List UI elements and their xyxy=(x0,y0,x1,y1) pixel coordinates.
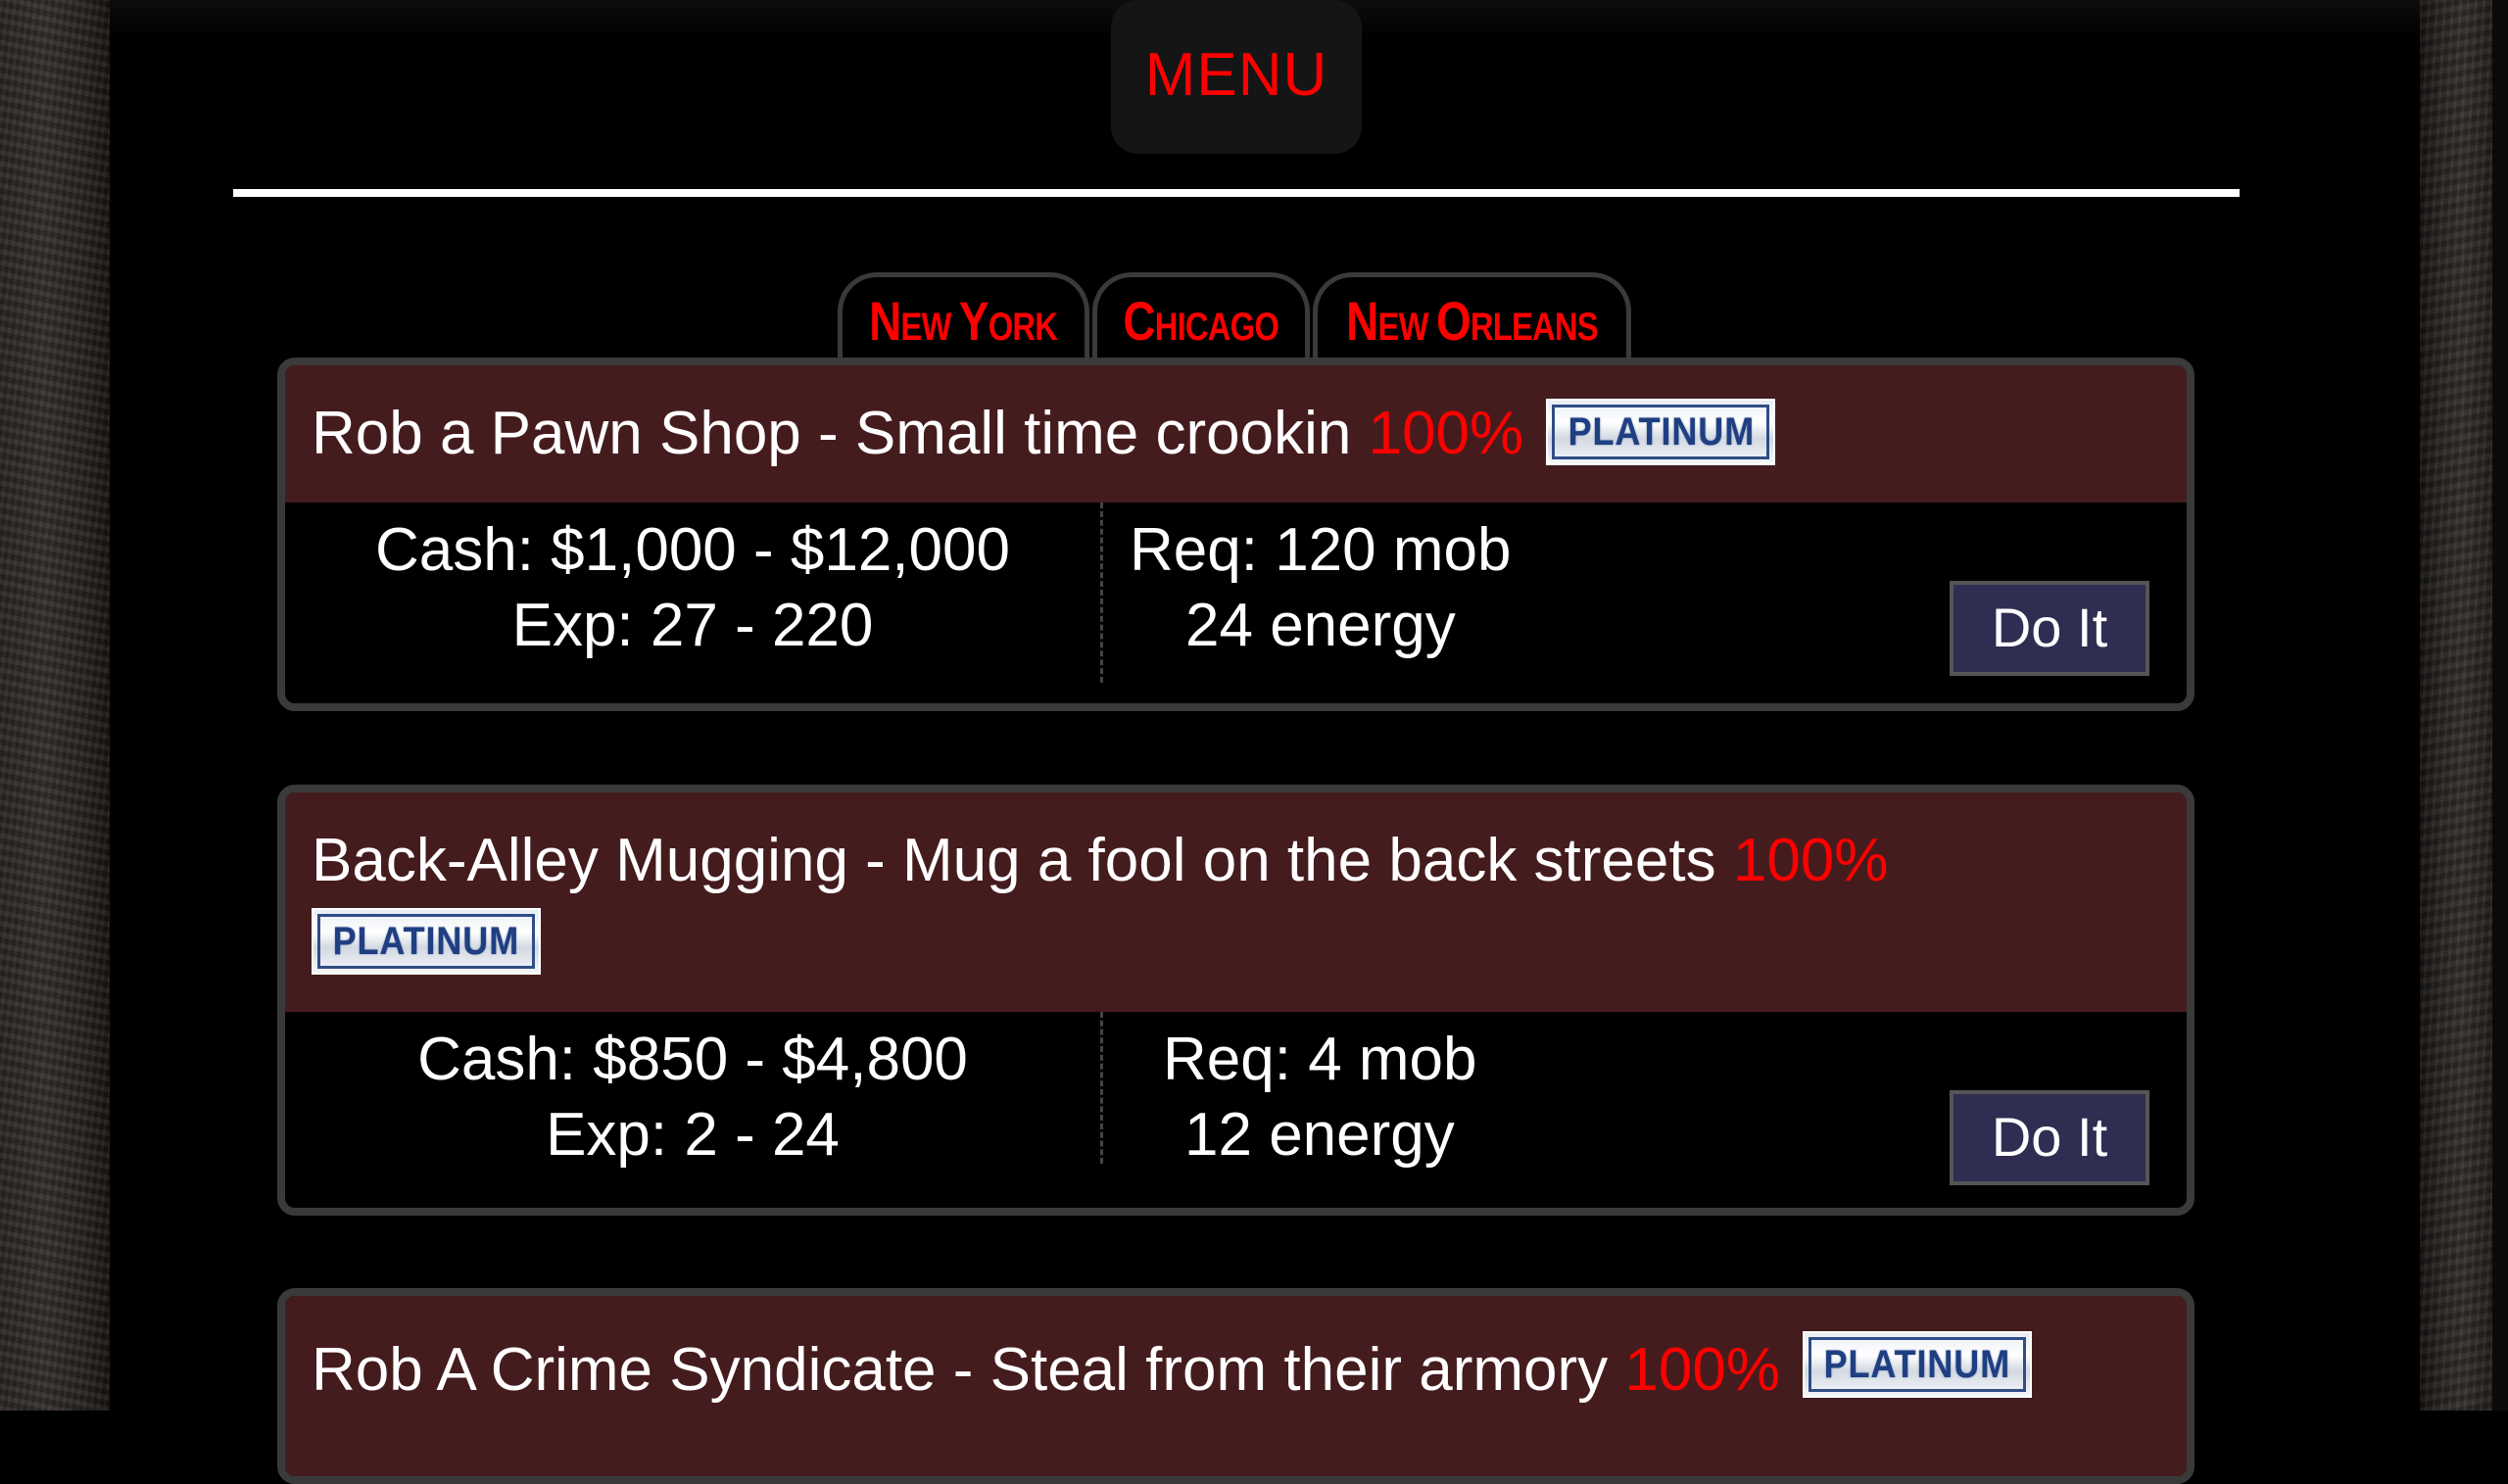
job-card: Rob a Pawn Shop - Small time crookin 100… xyxy=(277,358,2194,711)
job-rewards: Cash: $850 - $4,800 Exp: 2 - 24 xyxy=(285,1022,1100,1173)
job-exp: Exp: 27 - 220 xyxy=(511,592,874,659)
platinum-badge: PLATINUM xyxy=(1546,398,1776,465)
job-header: Back-Alley Mugging - Mug a fool on the b… xyxy=(285,792,2187,1012)
do-it-button[interactable]: Do It xyxy=(1950,581,2149,676)
platinum-badge: PLATINUM xyxy=(312,907,541,975)
job-card: Back-Alley Mugging - Mug a fool on the b… xyxy=(277,785,2194,1216)
job-details: Cash: $850 - $4,800 Exp: 2 - 24 Req: 4 m… xyxy=(285,1012,2187,1208)
tab-new-york[interactable]: New York xyxy=(838,272,1089,360)
job-requirements: Req: 4 mob 12 energy xyxy=(1163,1022,1477,1173)
job-header: Rob A Crime Syndicate - Steal from their… xyxy=(285,1296,2187,1476)
job-requirements: Req: 120 mob 24 energy xyxy=(1130,512,1511,663)
tab-chicago[interactable]: Chicago xyxy=(1092,272,1310,360)
job-title: Rob a Pawn Shop - Small time crookin xyxy=(312,400,1352,467)
job-card: Rob A Crime Syndicate - Steal from their… xyxy=(277,1288,2194,1484)
job-title: Rob A Crime Syndicate - Steal from their… xyxy=(312,1336,1609,1404)
screen-edge-right xyxy=(2492,0,2508,1411)
job-success-percent: 100% xyxy=(1624,1336,1780,1404)
job-req-mob: Req: 120 mob xyxy=(1130,516,1512,584)
job-header: Rob a Pawn Shop - Small time crookin 100… xyxy=(285,365,2187,503)
job-success-percent: 100% xyxy=(1368,400,1524,467)
column-divider xyxy=(1100,1012,1103,1164)
job-exp: Exp: 2 - 24 xyxy=(546,1101,840,1169)
menu-button[interactable]: MENU xyxy=(1111,0,1362,154)
platinum-badge: PLATINUM xyxy=(1803,1330,2033,1398)
job-req-energy: 12 energy xyxy=(1184,1101,1455,1169)
job-req-energy: 24 energy xyxy=(1185,592,1456,659)
job-cash: Cash: $1,000 - $12,000 xyxy=(374,516,1011,584)
header-divider xyxy=(233,189,2240,197)
column-divider xyxy=(1100,503,1103,683)
stone-border-left xyxy=(0,0,110,1411)
job-details: Cash: $1,000 - $12,000 Exp: 27 - 220 Req… xyxy=(285,503,2187,703)
job-req-mob: Req: 4 mob xyxy=(1163,1026,1477,1093)
job-cash: Cash: $850 - $4,800 xyxy=(417,1026,968,1093)
stone-border-right xyxy=(2420,0,2492,1411)
job-rewards: Cash: $1,000 - $12,000 Exp: 27 - 220 xyxy=(285,512,1100,663)
menu-button-label: MENU xyxy=(1144,41,1328,109)
job-success-percent: 100% xyxy=(1732,827,1889,894)
tab-new-orleans[interactable]: New Orleans xyxy=(1313,272,1631,360)
job-title: Back-Alley Mugging - Mug a fool on the b… xyxy=(312,827,1716,894)
do-it-button[interactable]: Do It xyxy=(1950,1090,2149,1185)
